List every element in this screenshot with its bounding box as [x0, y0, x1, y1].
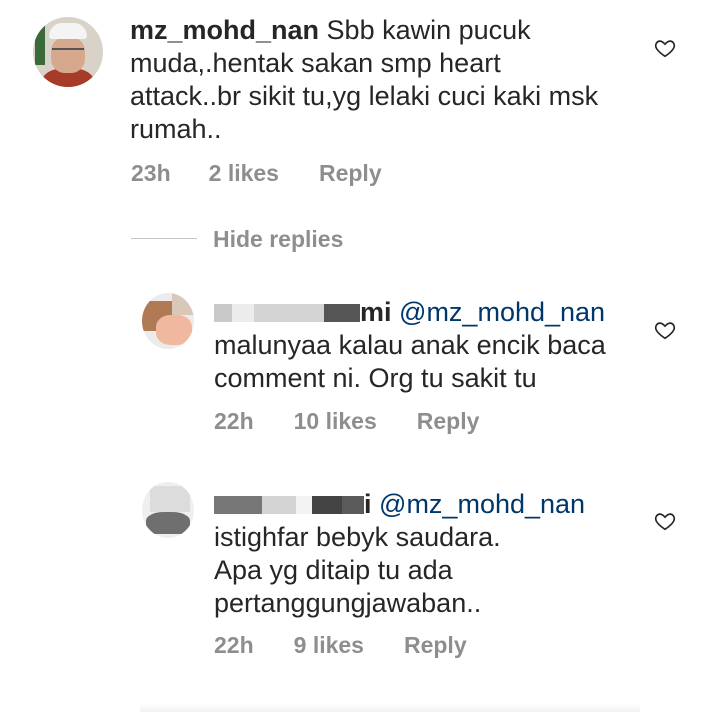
reply-text: mi @mz_mohd_nan malunyaa kalau anak enci…	[214, 296, 654, 395]
hide-replies-button[interactable]: Hide replies	[213, 226, 343, 253]
hide-replies-divider	[131, 238, 197, 239]
reply-likes[interactable]: 10 likes	[294, 408, 377, 435]
avatar[interactable]	[142, 482, 194, 538]
reply-time: 22h	[214, 408, 254, 434]
comment-body-line: Sbb kawin pucuk	[326, 15, 531, 45]
comment-meta: 23h 2 likes Reply	[131, 160, 382, 187]
comment-likes[interactable]: 2 likes	[209, 160, 279, 187]
reply-body-line: pertanggungjawaban..	[214, 588, 482, 618]
reply-button[interactable]: Reply	[417, 408, 480, 435]
reply-likes[interactable]: 9 likes	[294, 632, 364, 659]
comment-username[interactable]: mz_mohd_nan	[130, 15, 319, 45]
reply-text: i @mz_mohd_nan istighfar bebyk saudara. …	[214, 488, 654, 620]
reply-button[interactable]: Reply	[319, 160, 382, 187]
reply-time: 22h	[214, 632, 254, 658]
comment-body-line: attack..br sikit tu,yg lelaki cuci kaki …	[130, 81, 599, 111]
reply-body-line: istighfar bebyk saudara.	[214, 522, 501, 552]
reply-username[interactable]: i	[214, 489, 372, 519]
comment-time: 23h	[131, 160, 171, 186]
comment-body-line: rumah..	[130, 114, 222, 144]
heart-outline-icon[interactable]	[654, 37, 676, 59]
comment-text: mz_mohd_nan Sbb kawin pucuk muda,.hentak…	[130, 14, 650, 146]
reply-button[interactable]: Reply	[404, 632, 467, 659]
reply-username[interactable]: mi	[214, 297, 392, 327]
reply-body-line: Apa yg ditaip tu ada	[214, 555, 453, 585]
avatar[interactable]	[33, 17, 103, 87]
next-comment-edge	[140, 703, 640, 712]
heart-outline-icon[interactable]	[654, 510, 676, 532]
reply-meta: 22h 9 likes Reply	[214, 632, 467, 659]
reply-body-line: comment ni. Org tu sakit tu	[214, 363, 537, 393]
reply-mention[interactable]: @mz_mohd_nan	[399, 297, 605, 327]
heart-outline-icon[interactable]	[654, 319, 676, 341]
reply-mention[interactable]: @mz_mohd_nan	[379, 489, 585, 519]
avatar[interactable]	[142, 293, 194, 349]
reply-body-line: malunyaa kalau anak encik baca	[214, 330, 606, 360]
reply-meta: 22h 10 likes Reply	[214, 408, 479, 435]
comment-body-line: muda,.hentak sakan smp heart	[130, 48, 501, 78]
